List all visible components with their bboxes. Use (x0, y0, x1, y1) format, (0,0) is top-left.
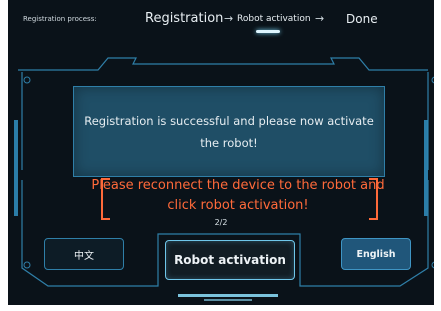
success-message-box: Registration is successful and please no… (73, 86, 385, 177)
app-screen: Registration process: Registration → Rob… (8, 0, 434, 305)
robot-activation-button[interactable]: Robot activation (165, 240, 295, 280)
arrow-right-icon: → (224, 12, 234, 25)
process-label: Registration process: (23, 15, 97, 23)
english-language-button[interactable]: English (341, 238, 411, 270)
active-step-indicator (256, 30, 280, 33)
chinese-language-button[interactable]: 中文 (44, 238, 124, 270)
arrow-right-icon: → (315, 12, 325, 25)
success-message: Registration is successful and please no… (84, 113, 374, 150)
step-robot-activation: Robot activation (237, 14, 311, 24)
step-done: Done (346, 12, 378, 26)
reconnect-warning: Please reconnect the device to the robot… (91, 178, 385, 213)
step-registration: Registration (145, 11, 224, 26)
page-indicator: 2/2 (214, 218, 228, 227)
